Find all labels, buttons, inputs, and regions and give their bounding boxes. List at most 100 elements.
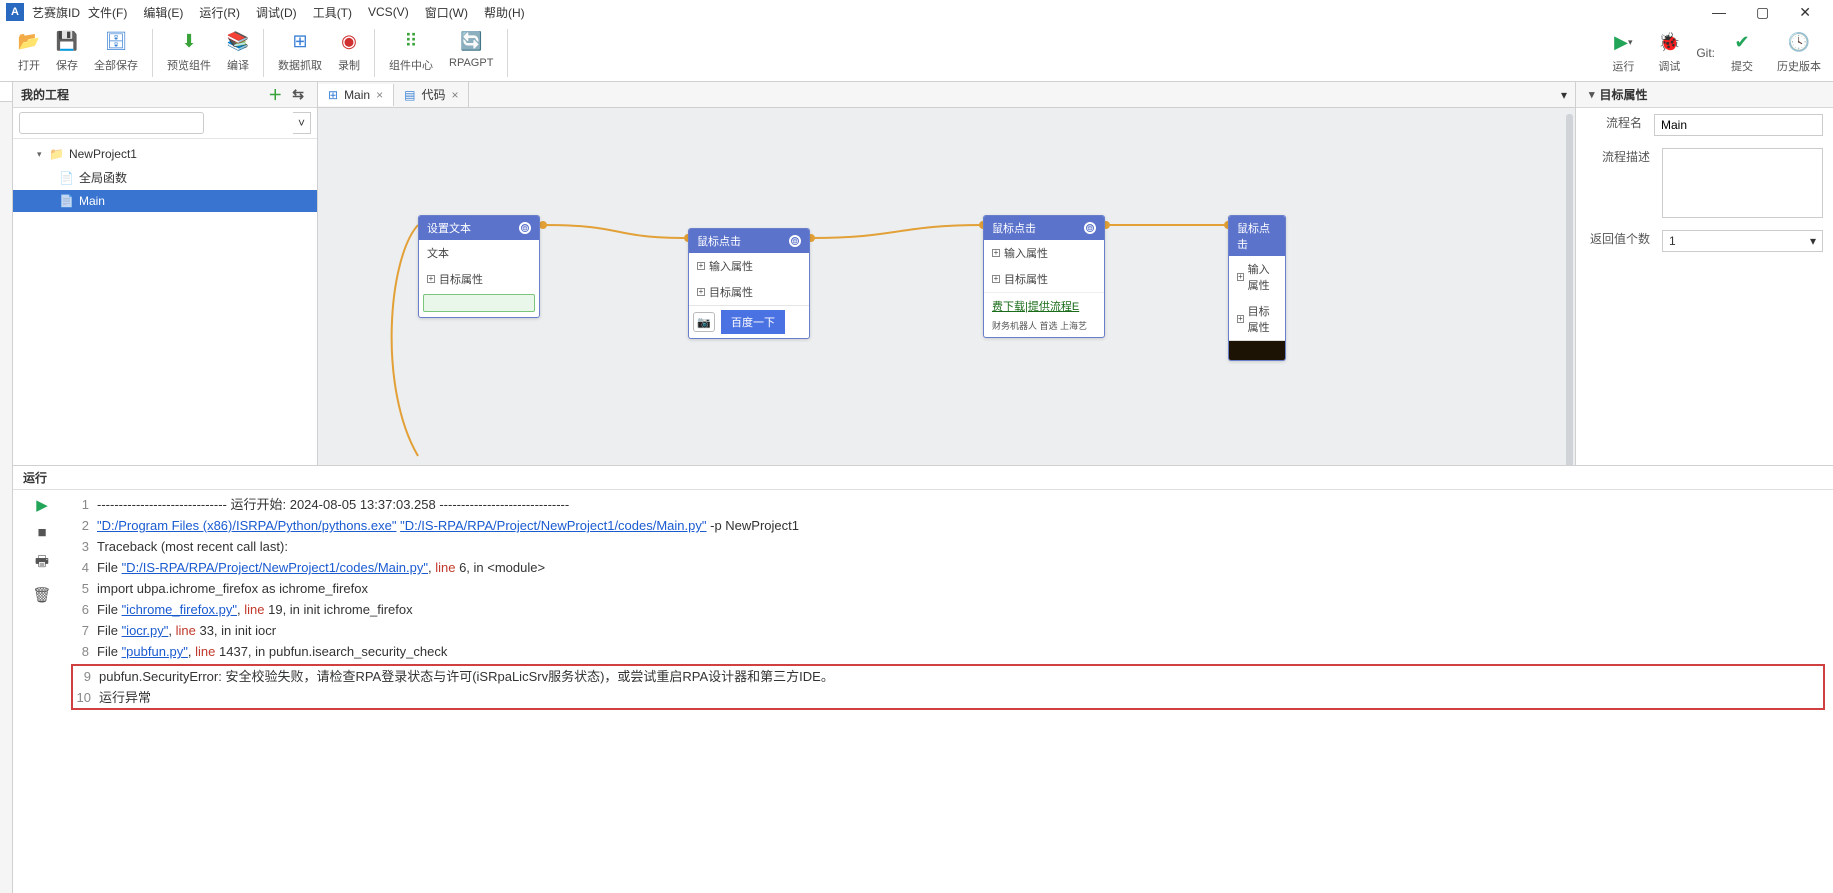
- console-line: 4 File "D:/IS-RPA/RPA/Project/NewProject…: [71, 557, 1833, 578]
- console-line: 10运行异常: [73, 687, 1823, 708]
- close-icon[interactable]: ×: [451, 88, 458, 102]
- code-icon: ▤: [404, 88, 415, 102]
- console-output[interactable]: 1------------------------------ 运行开始: 20…: [71, 490, 1833, 893]
- project-search-input[interactable]: [19, 112, 204, 134]
- toolbar-run-button[interactable]: ▶▾运行: [1604, 30, 1642, 76]
- add-icon[interactable]: ＋: [263, 83, 287, 107]
- close-icon[interactable]: ×: [376, 88, 383, 102]
- expand-icon[interactable]: +: [427, 275, 435, 283]
- toolbar-submit-button[interactable]: ✔提交: [1723, 30, 1761, 76]
- toolbar-history-button[interactable]: 🕓历史版本: [1769, 30, 1829, 76]
- node-mouse-click-1[interactable]: 鼠标点击⊕ +输入属性 +目标属性 📷百度一下: [688, 228, 810, 339]
- menu-run[interactable]: 运行(R): [191, 1, 248, 24]
- menu-debug[interactable]: 调试(D): [248, 1, 305, 24]
- menu-bar: A 艺赛旗ID 文件(F) 编辑(E) 运行(R) 调试(D) 工具(T) VC…: [0, 0, 1833, 24]
- console-line: 8 File "pubfun.py", line 1437, in pubfun…: [71, 641, 1833, 662]
- tabs-overflow-icon[interactable]: ▾: [1553, 88, 1575, 102]
- node-row: 文本: [427, 245, 449, 261]
- app-logo: A: [6, 3, 24, 21]
- node-title: 鼠标点击: [697, 233, 741, 249]
- port-icon[interactable]: ⊕: [789, 235, 801, 247]
- node-title: 鼠标点击: [992, 220, 1036, 236]
- port-icon[interactable]: ⊕: [519, 222, 531, 234]
- tree-root[interactable]: ▾ 📁 NewProject1: [13, 143, 317, 165]
- expand-icon[interactable]: +: [1237, 315, 1244, 323]
- prop-return-label: 返回值个数: [1586, 230, 1662, 247]
- prop-return-select[interactable]: 1 ▾: [1662, 230, 1823, 252]
- search-dropdown-icon[interactable]: ˅: [293, 112, 311, 134]
- prop-name-label: 流程名: [1586, 114, 1654, 131]
- menu-vcs[interactable]: VCS(V): [360, 2, 417, 22]
- toolbar-compile-button[interactable]: 📚编译: [219, 29, 257, 75]
- props-panel-header: ▾ 目标属性: [1576, 82, 1833, 108]
- tab-code[interactable]: ▤ 代码 ×: [394, 82, 469, 107]
- tab-label: Main: [344, 88, 370, 102]
- preview-link: 费下载|提供流程E: [984, 292, 1104, 319]
- toolbar-save-button[interactable]: 💾保存: [48, 29, 86, 75]
- preview-footer: 财务机器人 首选 上海艺: [984, 319, 1104, 337]
- file-link[interactable]: "D:/Program Files (x86)/ISRPA/Python/pyt…: [97, 518, 396, 533]
- console-line: 7 File "iocr.py", line 33, in init iocr: [71, 620, 1833, 641]
- node-mouse-click-2[interactable]: 鼠标点击⊕ +输入属性 +目标属性 费下载|提供流程E 财务机器人 首选 上海艺: [983, 215, 1105, 338]
- menu-window[interactable]: 窗口(W): [417, 1, 476, 24]
- toolbar-component-center-button[interactable]: ⠿组件中心: [381, 29, 441, 75]
- toolbar-save-all-button[interactable]: 🗄全部保存: [86, 29, 146, 75]
- toolbar-record-button[interactable]: ◉录制: [330, 29, 368, 75]
- file-link[interactable]: "D:/IS-RPA/RPA/Project/NewProject1/codes…: [122, 560, 428, 575]
- filter-icon[interactable]: ⇆: [287, 84, 309, 105]
- console-panel: 运行 ▶ ■ 🖶 🗑 1----------------------------…: [13, 465, 1833, 893]
- toolbar-preview-button[interactable]: ⬇预览组件: [159, 29, 219, 75]
- file-link[interactable]: "ichrome_firefox.py": [122, 602, 237, 617]
- menu-edit[interactable]: 编辑(E): [135, 1, 191, 24]
- file-link[interactable]: "D:/IS-RPA/RPA/Project/NewProject1/codes…: [400, 518, 706, 533]
- expand-icon[interactable]: +: [697, 288, 705, 296]
- tree-item-main[interactable]: 📄 Main: [13, 190, 317, 212]
- console-run-icon[interactable]: ▶: [36, 496, 48, 514]
- chevron-down-icon: ▾: [1810, 234, 1816, 248]
- expand-icon[interactable]: +: [992, 275, 1000, 283]
- prop-name-input[interactable]: [1654, 114, 1823, 136]
- tree-item-global-funcs[interactable]: 📄 全局函数: [13, 165, 317, 190]
- window-maximize-icon[interactable]: ▢: [1750, 2, 1775, 23]
- toolbar-debug-button[interactable]: 🐞调试: [1650, 30, 1688, 76]
- select-value: 1: [1669, 234, 1676, 248]
- prop-desc-label: 流程描述: [1586, 148, 1662, 165]
- console-line: 5 import ubpa.ichrome_firefox as ichrome…: [71, 578, 1833, 599]
- node-mouse-click-3[interactable]: 鼠标点击 +输入属性 +目标属性: [1228, 215, 1286, 361]
- node-row: 输入属性: [1248, 261, 1277, 293]
- expand-icon[interactable]: +: [992, 249, 1000, 257]
- tree-root-label: NewProject1: [69, 147, 137, 161]
- toolbar-rpagpt-button[interactable]: 🔄RPAGPT: [441, 29, 501, 71]
- file-link[interactable]: "pubfun.py": [122, 644, 188, 659]
- port-icon[interactable]: ⊕: [1084, 222, 1096, 234]
- window-close-icon[interactable]: ✕: [1793, 2, 1817, 23]
- expand-icon[interactable]: +: [1237, 273, 1244, 281]
- props-panel-title: 目标属性: [1600, 86, 1648, 103]
- node-row: 目标属性: [1248, 303, 1277, 335]
- expand-icon[interactable]: +: [697, 262, 705, 270]
- tab-main[interactable]: ⊞ Main ×: [318, 84, 394, 106]
- preview-dark: [1229, 340, 1285, 360]
- console-stop-icon[interactable]: ■: [37, 524, 46, 541]
- node-set-text[interactable]: 设置文本⊕ 文本 +目标属性: [418, 215, 540, 318]
- project-panel-header: 我的工程 ＋ ⇆: [13, 82, 317, 108]
- project-panel-title: 我的工程: [21, 86, 69, 103]
- menu-help[interactable]: 帮助(H): [476, 1, 533, 24]
- console-print-icon[interactable]: 🖶: [35, 551, 49, 576]
- file-link[interactable]: "iocr.py": [122, 623, 169, 638]
- preview-button: 百度一下: [721, 310, 785, 334]
- prop-desc-input[interactable]: [1662, 148, 1823, 218]
- toolbar-open-button[interactable]: 📂打开: [10, 29, 48, 75]
- brand-text: 艺赛旗ID: [32, 4, 80, 21]
- node-row: 输入属性: [1004, 245, 1048, 261]
- node-row: 目标属性: [439, 271, 483, 287]
- flow-icon: ⊞: [328, 88, 338, 102]
- node-edit-field[interactable]: [423, 294, 535, 312]
- menu-file[interactable]: 文件(F): [80, 1, 135, 24]
- toolbar-data-grab-button[interactable]: ⊞数据抓取: [270, 29, 330, 75]
- rail-tab[interactable]: [0, 82, 12, 102]
- console-trash-icon[interactable]: 🗑: [32, 586, 51, 604]
- window-minimize-icon[interactable]: —: [1706, 2, 1732, 23]
- menu-tools[interactable]: 工具(T): [305, 1, 360, 24]
- collapse-icon[interactable]: ▾: [1584, 86, 1600, 103]
